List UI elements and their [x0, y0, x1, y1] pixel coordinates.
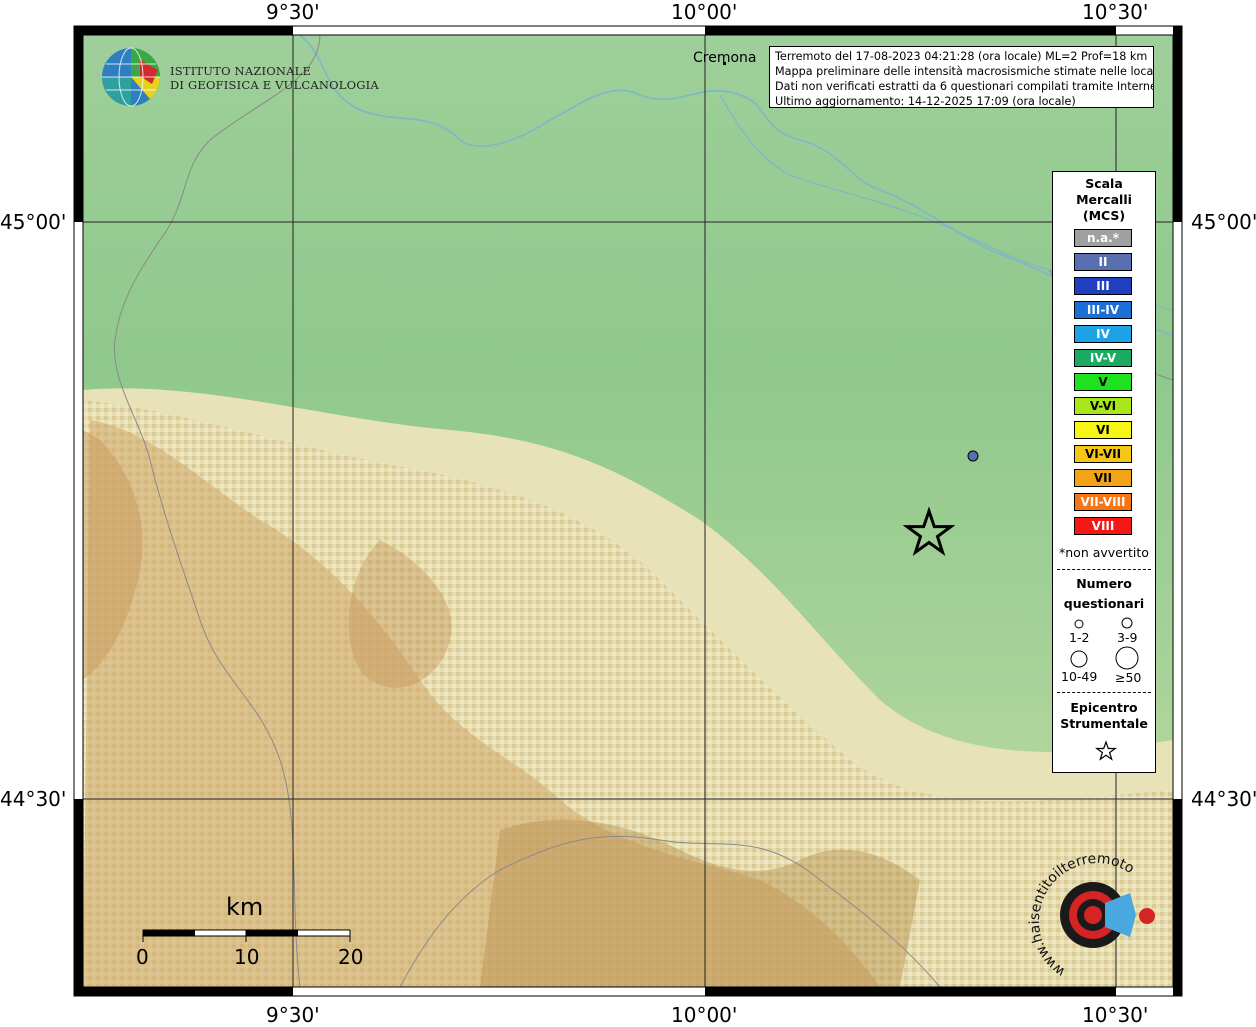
legend-title: Scala — [1085, 176, 1123, 191]
count-symbol-large — [1070, 650, 1088, 668]
intensity-swatch: V-VI — [1074, 397, 1132, 415]
intensity-swatch: II — [1074, 253, 1132, 271]
legend-panel: Scala Mercalli (MCS) n.a.* II III III-IV IV I… — [1052, 171, 1156, 773]
count-symbols — [1070, 617, 1139, 670]
intensity-swatch: III — [1074, 277, 1132, 295]
legend-separator — [1057, 692, 1151, 693]
epicenter-title: Epicentro — [1070, 700, 1138, 715]
ingv-logo — [102, 47, 161, 107]
right-tick-label: 45°00' — [1191, 210, 1256, 234]
count-symbol-medium — [1121, 617, 1133, 629]
legend-separator — [1057, 569, 1151, 570]
info-line: Ultimo aggiornamento: 14-12-2025 17:09 (… — [775, 95, 1076, 108]
intensity-point[interactable] — [967, 450, 979, 462]
left-tick-label: 44°30' — [0, 787, 67, 811]
epicenter-legend-icon — [1095, 740, 1117, 761]
intensity-swatch: n.a.* — [1074, 229, 1132, 247]
intensity-swatch: VI — [1074, 421, 1132, 439]
top-tick-label: 9°30' — [266, 0, 320, 24]
bottom-tick-label: 10°00' — [671, 1003, 738, 1027]
scale-tick-label: 20 — [338, 945, 364, 969]
info-line: Terremoto del 17-08-2023 04:21:28 (ora l… — [775, 50, 1148, 63]
scale-tick-label: 0 — [136, 945, 149, 969]
institute-name: ISTITUTO NAZIONALE DI GEOFISICA E VULCAN… — [170, 64, 379, 92]
intensity-swatch: IV — [1074, 325, 1132, 343]
top-tick-label: 10°30' — [1082, 0, 1149, 24]
count-title: questionari — [1063, 596, 1145, 611]
count-symbol-xlarge — [1115, 646, 1139, 670]
institute-line: DI GEOFISICA E VULCANOLOGIA — [170, 78, 379, 92]
right-tick-label: 44°30' — [1191, 787, 1256, 811]
scale-tick-label: 10 — [234, 945, 260, 969]
count-label: 3-9 — [1117, 630, 1138, 645]
top-tick-label: 10°00' — [671, 0, 738, 24]
bottom-tick-label: 10°30' — [1082, 1003, 1149, 1027]
intensity-swatch: VIII — [1074, 517, 1132, 535]
epicenter-title: Strumentale — [1060, 716, 1148, 731]
intensity-swatch: VI-VII — [1074, 445, 1132, 463]
intensity-swatch: VII-VIII — [1074, 493, 1132, 511]
legend-title: (MCS) — [1082, 208, 1126, 223]
info-line: Dati non verificati estratti da 6 questi… — [775, 80, 1153, 93]
city-label: Cremona — [693, 50, 757, 66]
intensity-swatch: IV-V — [1074, 349, 1132, 367]
intensity-swatch: III-IV — [1074, 301, 1132, 319]
left-tick-label: 45°00' — [0, 210, 67, 234]
info-box: Terremoto del 17-08-2023 04:21:28 (ora l… — [769, 46, 1154, 108]
count-symbol-small — [1074, 619, 1084, 629]
count-title: Numero — [1076, 576, 1132, 591]
bottom-tick-label: 9°30' — [266, 1003, 320, 1027]
info-line: Mappa preliminare delle intensità macros… — [775, 65, 1153, 78]
legend-title: Mercalli — [1076, 192, 1132, 207]
not-felt-note: *non avvertito — [1059, 545, 1149, 560]
count-label: 1-2 — [1069, 630, 1090, 645]
intensity-swatch: V — [1074, 373, 1132, 391]
count-label: ≥50 — [1115, 670, 1142, 685]
intensity-swatch: VII — [1074, 469, 1132, 487]
count-label: 10-49 — [1061, 669, 1098, 684]
scale-unit: km — [226, 893, 264, 921]
institute-line: ISTITUTO NAZIONALE — [170, 64, 312, 78]
